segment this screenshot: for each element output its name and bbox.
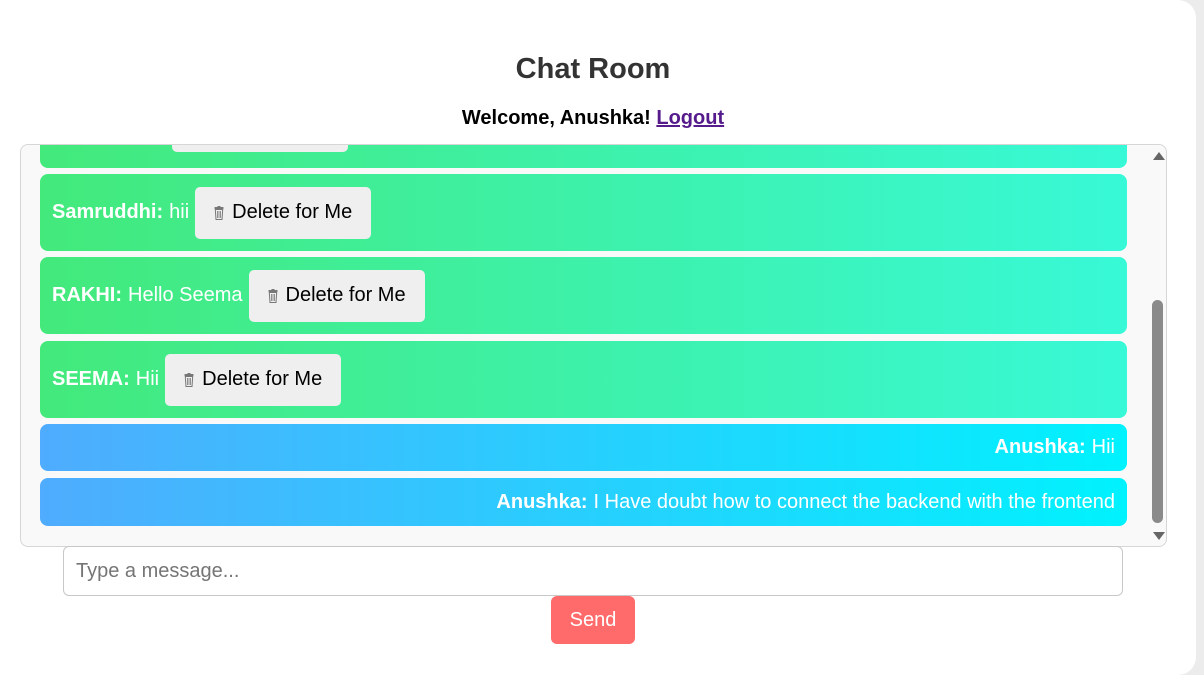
welcome-text: Welcome, Anushka!	[461, 107, 651, 129]
scroll-down-arrow-icon[interactable]	[1153, 532, 1165, 540]
message-text: Hii	[1091, 436, 1115, 458]
message-item: Samruddhi: hii Delete for Me	[40, 174, 1127, 251]
message-text: I Have doubt how to connect the backend …	[593, 490, 1115, 513]
scroll-up-arrow-icon[interactable]	[1153, 152, 1165, 160]
message-item: RAKHI: Hello Seema Delete for Me	[40, 257, 1127, 334]
message-text: hii	[169, 201, 190, 223]
scrollbar-thumb[interactable]	[1152, 300, 1163, 523]
message-sender: Anushka:	[496, 490, 588, 513]
delete-for-me-button[interactable]: Delete for Me	[165, 353, 342, 406]
trash-icon	[184, 372, 194, 387]
message-item: SEEMA: Hii Delete for Me	[40, 341, 1127, 418]
delete-for-me-label: Delete for Me	[232, 201, 353, 223]
delete-for-me-button[interactable]: Delete for Me	[248, 269, 425, 322]
message-sender: SEEMA:	[52, 368, 130, 390]
page-title: Chat Room	[515, 53, 671, 85]
welcome-bar: Welcome, Anushka! Logout	[0, 107, 1186, 130]
delete-for-me-label: Delete for Me	[285, 284, 406, 306]
message-text: Hello Seema	[128, 284, 243, 306]
message-item-own: Anushka: Hii	[40, 424, 1127, 471]
delete-for-me-button[interactable]: Delete for Me	[195, 186, 372, 239]
message-text: Hii	[135, 368, 160, 390]
message-sender: RAKHI:	[52, 284, 122, 306]
delete-for-me-button-partial[interactable]	[172, 145, 348, 152]
message-item-own: Anushka: I Have doubt how to connect the…	[40, 478, 1127, 526]
message-item-partial	[40, 145, 1127, 168]
trash-icon	[214, 205, 224, 220]
message-list-scrollbar[interactable]	[1150, 145, 1166, 546]
message-sender: Anushka:	[994, 436, 1086, 458]
message-input[interactable]	[63, 546, 1123, 596]
delete-for-me-label: Delete for Me	[202, 368, 323, 390]
message-list[interactable]: Samruddhi: hii Delete for Me RAKHI: Hell…	[20, 144, 1167, 547]
trash-icon	[268, 288, 278, 303]
message-sender: Samruddhi:	[52, 201, 164, 223]
logout-link[interactable]: Logout	[656, 107, 724, 129]
send-button[interactable]: Send	[551, 596, 635, 644]
chat-room-card: Chat Room Welcome, Anushka! Logout Samru…	[0, 0, 1196, 675]
